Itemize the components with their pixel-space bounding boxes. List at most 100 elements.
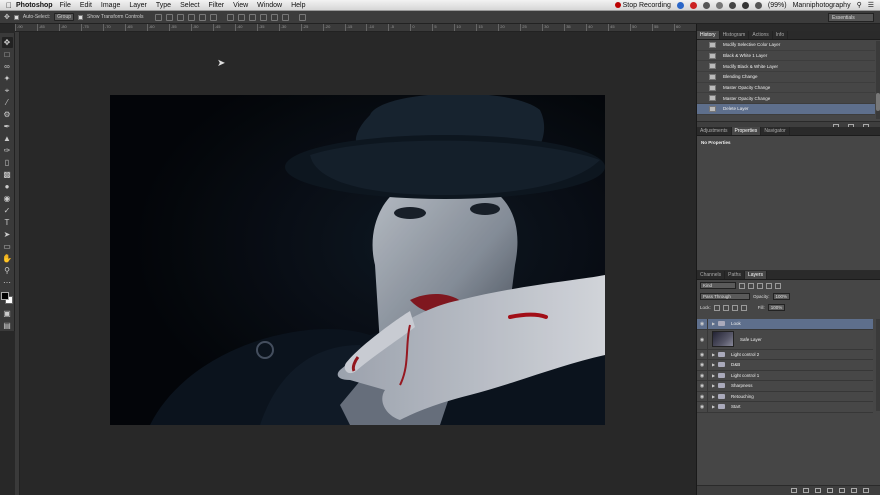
- distribute-icon[interactable]: [282, 13, 290, 21]
- align-center-icon[interactable]: [199, 13, 207, 21]
- tab-navigator[interactable]: Navigator: [761, 127, 790, 135]
- distribute-icon[interactable]: [227, 13, 235, 21]
- menu-select[interactable]: Select: [180, 2, 199, 9]
- new-layer-icon[interactable]: [851, 488, 857, 493]
- menu-type[interactable]: Type: [156, 2, 171, 9]
- align-left-icon[interactable]: [188, 13, 196, 21]
- quick-mask-icon[interactable]: ▣: [2, 308, 13, 319]
- more-tools-icon[interactable]: ⋯: [2, 277, 13, 288]
- layer-row[interactable]: ◉ ▶ Sharpness: [697, 381, 873, 392]
- document-image[interactable]: [110, 95, 605, 425]
- lock-image-icon[interactable]: [722, 304, 729, 311]
- tab-history[interactable]: History: [697, 31, 720, 39]
- bluetooth-icon[interactable]: [728, 1, 736, 9]
- layer-style-icon[interactable]: [803, 488, 809, 493]
- app-menu[interactable]: Photoshop: [16, 2, 53, 9]
- distribute-icon[interactable]: [271, 13, 279, 21]
- history-item[interactable]: Master Opacity Change: [697, 83, 875, 94]
- opacity-input[interactable]: 100%: [772, 293, 791, 300]
- history-item[interactable]: Modify Selective Color Layer: [697, 40, 875, 51]
- distribute-icon[interactable]: [238, 13, 246, 21]
- layers-scrollbar[interactable]: [876, 319, 880, 411]
- lock-transparent-icon[interactable]: [713, 304, 720, 311]
- eye-icon[interactable]: ◉: [697, 319, 708, 329]
- lock-all-icon[interactable]: [740, 304, 747, 311]
- tab-histogram[interactable]: Histogram: [720, 31, 750, 39]
- filter-smart-object-icon[interactable]: [775, 282, 781, 289]
- menu-edit[interactable]: Edit: [80, 2, 92, 9]
- move-tool-icon[interactable]: ✥: [1, 37, 13, 48]
- menu-file[interactable]: File: [60, 2, 71, 9]
- filter-pixel-icon[interactable]: [739, 282, 745, 289]
- history-brush-tool-icon[interactable]: ✑: [2, 145, 13, 156]
- eye-icon[interactable]: ◉: [697, 349, 708, 359]
- history-item[interactable]: Master Opacity Change: [697, 93, 875, 105]
- healing-brush-tool-icon[interactable]: ⚙: [2, 109, 13, 120]
- layer-row[interactable]: ◉ ▶ D&B: [697, 360, 873, 371]
- tab-info[interactable]: Info: [773, 31, 789, 39]
- eyedropper-tool-icon[interactable]: ⁄: [2, 97, 13, 108]
- menu-window[interactable]: Window: [257, 2, 282, 9]
- menu-layer[interactable]: Layer: [129, 2, 147, 9]
- auto-select-dropdown[interactable]: Group: [54, 13, 75, 21]
- ruler-top[interactable]: -90 -85 -80 -75 -70 -65 -60 -55 -50 -45 -40 -35 -30-…: [15, 24, 696, 32]
- align-bottom-icon[interactable]: [177, 13, 185, 21]
- lock-position-icon[interactable]: [731, 304, 738, 311]
- menu-view[interactable]: View: [233, 2, 248, 9]
- time-machine-icon[interactable]: [715, 1, 723, 9]
- layer-row[interactable]: ◉ ▶ Start: [697, 402, 873, 413]
- spotlight-icon[interactable]: ⚲: [857, 1, 862, 9]
- filter-adjustment-icon[interactable]: [748, 282, 754, 289]
- show-transform-checkbox[interactable]: [78, 14, 84, 20]
- hand-tool-icon[interactable]: ✋: [2, 253, 13, 264]
- workspace-dropdown[interactable]: Essentials: [828, 13, 874, 22]
- tab-actions[interactable]: Actions: [749, 31, 773, 39]
- layer-row[interactable]: ◉ ▶ Light control 2: [697, 349, 873, 360]
- eye-icon[interactable]: ◉: [697, 391, 708, 401]
- notification-icon[interactable]: ☰: [868, 1, 874, 9]
- blend-mode-dropdown[interactable]: Pass Through: [700, 293, 750, 300]
- auto-align-icon[interactable]: [299, 13, 307, 21]
- move-tool-icon[interactable]: ✥: [4, 13, 10, 21]
- screen-mode-icon[interactable]: ▤: [2, 320, 13, 331]
- layer-filter-kind[interactable]: Kind: [700, 282, 736, 289]
- tab-adjustments[interactable]: Adjustments: [697, 127, 732, 135]
- link-layers-icon[interactable]: [791, 488, 797, 493]
- align-top-icon[interactable]: [155, 13, 163, 21]
- distribute-icon[interactable]: [249, 13, 257, 21]
- layer-row[interactable]: ◉ ▶ Retouching: [697, 391, 873, 402]
- blur-tool-icon[interactable]: ●: [2, 181, 13, 192]
- tab-properties[interactable]: Properties: [731, 127, 762, 135]
- history-item[interactable]: Modify Black & White Layer: [697, 61, 875, 73]
- apple-icon[interactable]: : [2, 1, 16, 10]
- add-mask-icon[interactable]: [815, 488, 821, 493]
- gradient-tool-icon[interactable]: ▩: [2, 169, 13, 180]
- tab-layers[interactable]: Layers: [744, 271, 767, 279]
- eye-icon[interactable]: ◉: [697, 381, 708, 391]
- menu-filter[interactable]: Filter: [209, 2, 225, 9]
- layer-row[interactable]: ◉ ▶ Look: [697, 319, 873, 330]
- eye-icon[interactable]: ◉: [697, 329, 708, 349]
- marquee-tool-icon[interactable]: □: [2, 49, 13, 60]
- layer-row[interactable]: ◉ ▶ Light control 1: [697, 370, 873, 381]
- history-scrollbar[interactable]: [876, 41, 880, 119]
- filter-shape-icon[interactable]: [766, 282, 772, 289]
- shape-tool-icon[interactable]: ▭: [2, 241, 13, 252]
- history-item[interactable]: Black & White 1 Layer: [697, 51, 875, 62]
- scrollbar-thumb[interactable]: [876, 93, 880, 111]
- tab-paths[interactable]: Paths: [725, 271, 745, 279]
- auto-select-checkbox[interactable]: [13, 14, 19, 20]
- quick-select-tool-icon[interactable]: ✦: [2, 73, 13, 84]
- path-select-tool-icon[interactable]: ➤: [2, 229, 13, 240]
- menu-image[interactable]: Image: [101, 2, 120, 9]
- align-right-icon[interactable]: [210, 13, 218, 21]
- layer-row[interactable]: ◉ Safe Layer: [697, 329, 873, 350]
- volume-icon[interactable]: [754, 1, 762, 9]
- align-middle-icon[interactable]: [166, 13, 174, 21]
- new-group-icon[interactable]: [839, 488, 845, 493]
- display-icon[interactable]: [702, 1, 710, 9]
- history-item-selected[interactable]: Delete Layer: [697, 104, 875, 115]
- clone-stamp-tool-icon[interactable]: ▲: [2, 133, 13, 144]
- eye-icon[interactable]: ◉: [697, 402, 708, 412]
- dodge-tool-icon[interactable]: ◉: [2, 193, 13, 204]
